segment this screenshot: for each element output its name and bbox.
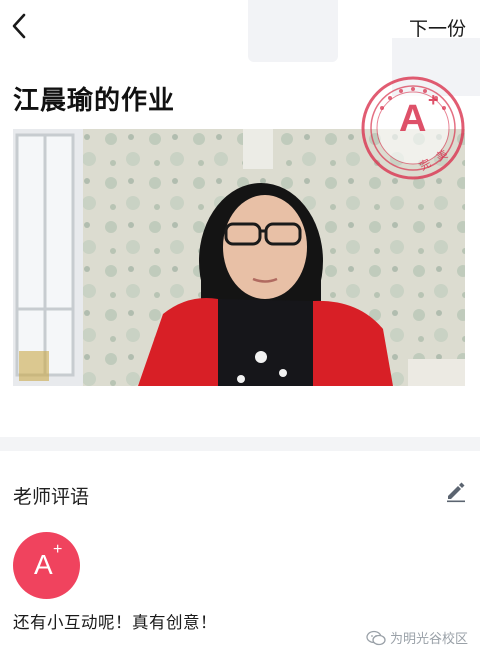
section-divider [0,437,480,451]
grade-badge: A + [13,532,80,599]
teacher-comment: 还有小互动呢！真有创意！ [13,613,217,632]
stamp-plus: + [428,90,439,110]
section-title: 老师评语 [13,486,90,508]
background-panel [248,0,338,62]
grade-plus: + [53,541,63,558]
watermark: 为明光谷校区 [366,628,468,647]
page-title: 江晨瑜的作业 [13,86,176,116]
grade-letter: A [34,549,53,580]
pencil-icon[interactable] [444,479,468,503]
watermark-text: 为明光谷校区 [389,632,468,647]
wechat-icon [366,630,386,645]
chevron-left-icon[interactable] [8,12,32,40]
next-button[interactable]: 下一份 [409,14,466,41]
stamp-grade: A [399,98,427,140]
